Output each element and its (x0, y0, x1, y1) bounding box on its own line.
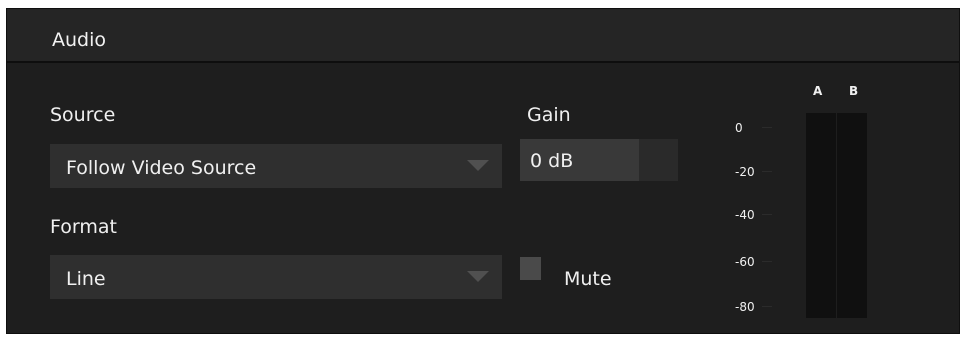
meter-tick (762, 127, 772, 128)
mute-label: Mute (564, 268, 612, 290)
source-select-value: Follow Video Source (66, 157, 257, 179)
format-select[interactable]: Line (50, 255, 502, 299)
format-select-value: Line (66, 268, 106, 290)
meter-tick (762, 306, 772, 307)
meter-tick (762, 261, 772, 262)
chevron-down-icon (467, 160, 489, 171)
chevron-down-icon (467, 271, 489, 282)
gain-value: 0 dB (530, 150, 574, 172)
meter-tick (762, 214, 772, 215)
meter-scale-0-label: 0 (735, 121, 743, 135)
meter-channel-b-label: B (849, 84, 859, 98)
gain-slider[interactable]: 0 dB (520, 139, 678, 181)
meter-scale-40-label: -40 (735, 208, 755, 222)
meter-scale-60-label: -60 (735, 255, 755, 269)
meter-scale-80-label: -80 (735, 300, 755, 314)
meter-channel-b-bar (837, 113, 867, 318)
meter-scale-20-label: -20 (735, 165, 755, 179)
mute-checkbox[interactable] (520, 257, 541, 280)
meter-channel-a-label: A (813, 84, 823, 98)
panel-title: Audio (52, 29, 107, 51)
source-select[interactable]: Follow Video Source (50, 144, 502, 188)
format-label: Format (50, 216, 117, 238)
meter-channel-a-bar (806, 113, 836, 318)
meter-tick (762, 171, 772, 172)
source-label: Source (50, 104, 116, 126)
gain-label: Gain (527, 104, 571, 126)
panel-header: Audio (7, 9, 959, 63)
